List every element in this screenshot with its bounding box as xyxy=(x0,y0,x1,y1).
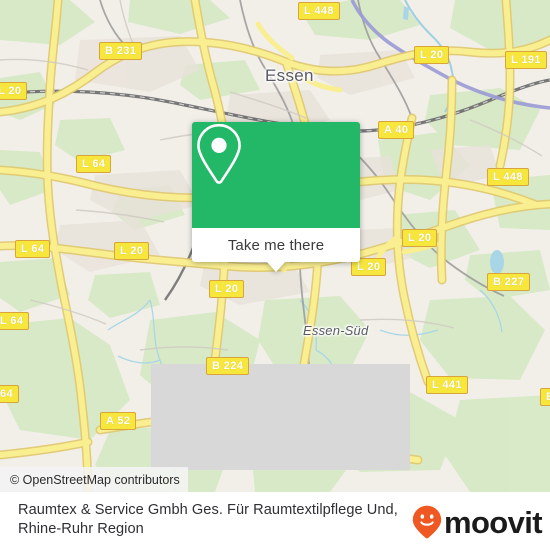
popup-pointer-tail xyxy=(266,261,286,272)
road-shield[interactable]: A 52 xyxy=(100,412,137,430)
road-shield[interactable]: L 20 xyxy=(402,229,438,247)
road-shield[interactable]: L 64 xyxy=(15,240,51,258)
road-shield[interactable]: L 191 xyxy=(505,51,547,69)
road-shield[interactable]: L 20 xyxy=(414,46,450,64)
popup-action-bar[interactable]: Take me there xyxy=(192,228,360,272)
footer-bar: Raumtex & Service Gmbh Ges. Für Raumtext… xyxy=(0,492,550,550)
place-label-essen: Essen xyxy=(265,66,314,85)
road-shield[interactable]: L 448 xyxy=(298,2,340,20)
road-shield[interactable]: A 40 xyxy=(378,121,415,139)
road-shield[interactable]: L 20 xyxy=(114,242,150,260)
road-shield[interactable]: B xyxy=(540,388,550,406)
road-shield[interactable]: L 20 xyxy=(209,280,245,298)
road-shield[interactable]: B 231 xyxy=(99,42,143,60)
moovit-logo[interactable]: moovit xyxy=(412,504,543,540)
road-shield[interactable]: 64 xyxy=(0,385,20,403)
road-shield[interactable]: B 224 xyxy=(206,357,250,375)
take-me-there-label: Take me there xyxy=(227,236,325,254)
popup-marker-area xyxy=(192,122,360,228)
road-shield[interactable]: L 20 xyxy=(0,82,28,100)
map-pin-icon xyxy=(197,123,241,184)
road-shield[interactable]: L 64 xyxy=(76,155,112,173)
osm-attribution-text: © OpenStreetMap contributors xyxy=(10,472,180,487)
location-title: Raumtex & Service Gmbh Ges. Für Raumtext… xyxy=(18,502,398,537)
place-label-essen-sud: Essen-Süd xyxy=(303,323,369,338)
osm-attribution[interactable]: © OpenStreetMap contributors xyxy=(0,467,188,492)
road-shield[interactable]: L 441 xyxy=(426,376,468,394)
moovit-smiley-pin-icon xyxy=(412,505,442,539)
location-popup-card[interactable]: Take me there xyxy=(192,122,360,272)
road-shield[interactable]: L 64 xyxy=(0,312,30,330)
road-shield[interactable]: L 448 xyxy=(487,168,529,186)
map-canvas[interactable]: Essen Essen-Süd L 448 L 20 L 191 B 231 L… xyxy=(0,0,550,492)
moovit-wordmark: moovit xyxy=(443,504,543,540)
missing-map-tile xyxy=(151,364,410,470)
road-shield[interactable]: B 227 xyxy=(487,273,531,291)
map-screenshot: Essen Essen-Süd L 448 L 20 L 191 B 231 L… xyxy=(0,0,550,550)
